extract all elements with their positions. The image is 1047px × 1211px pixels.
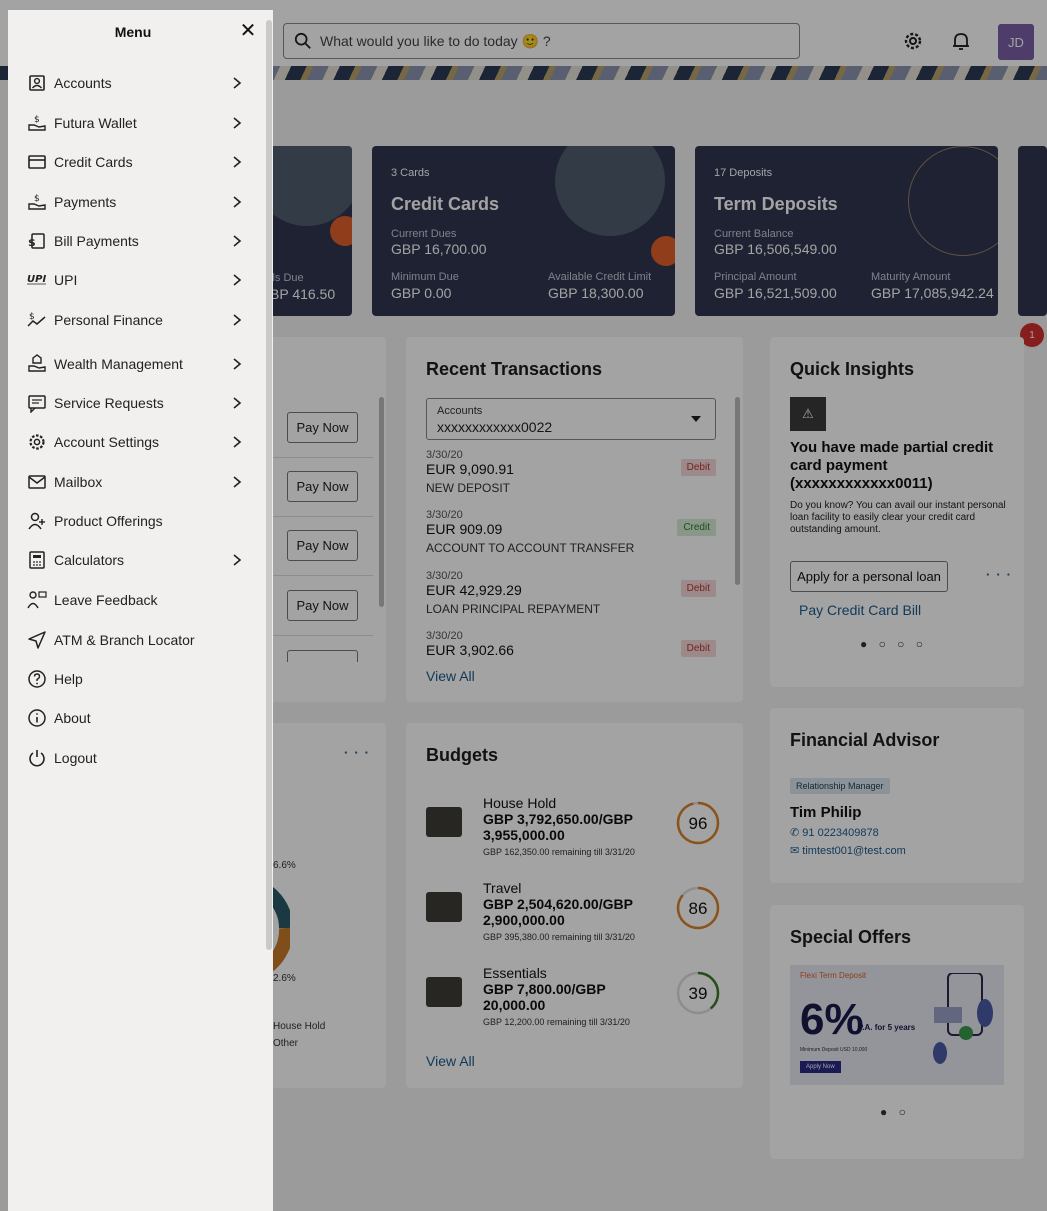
menu-item-label: Futura Wallet xyxy=(54,115,137,131)
menu-item-help[interactable]: Help xyxy=(8,662,263,696)
chevron-right-icon xyxy=(233,397,242,409)
feedback-icon xyxy=(27,591,47,609)
menu-item-account-settings[interactable]: Account Settings xyxy=(8,425,263,459)
menu-item-label: Leave Feedback xyxy=(54,592,158,608)
credit-card-icon xyxy=(28,155,46,169)
chevron-right-icon xyxy=(233,476,242,488)
svg-text:$: $ xyxy=(34,115,40,125)
chevron-right-icon xyxy=(233,117,242,129)
product-offerings-icon xyxy=(28,512,45,530)
mail-icon xyxy=(28,475,46,489)
settings-icon xyxy=(29,434,45,450)
menu-item-product-offerings[interactable]: Product Offerings xyxy=(8,504,263,538)
menu-item-label: Mailbox xyxy=(54,474,103,490)
accounts-icon xyxy=(29,75,45,91)
menu-item-calculators[interactable]: Calculators xyxy=(8,543,263,577)
menu-item-label: Credit Cards xyxy=(54,154,133,170)
menu-item-label: Service Requests xyxy=(54,395,164,411)
menu-item-payments[interactable]: $ Payments xyxy=(8,185,263,219)
svg-text:$: $ xyxy=(28,236,36,249)
chevron-right-icon xyxy=(233,77,242,89)
menu-item-label: Account Settings xyxy=(54,434,160,450)
service-requests-icon xyxy=(28,395,46,413)
chevron-right-icon xyxy=(233,274,242,286)
menu-drawer: Menu ✕ Accounts $ Futura Wallet Credit Card… xyxy=(8,10,273,1211)
menu-item-mailbox[interactable]: Mailbox xyxy=(8,465,263,499)
upi-icon: UPI xyxy=(27,274,46,285)
wallet-icon: $ xyxy=(28,115,46,131)
menu-item-about[interactable]: About xyxy=(8,701,263,735)
wealth-icon xyxy=(28,354,46,372)
menu-item-upi[interactable]: UPI UPI xyxy=(8,263,263,297)
svg-text:$: $ xyxy=(34,194,40,204)
menu-item-wealth-management[interactable]: Wealth Management xyxy=(8,347,263,381)
menu-item-leave-feedback[interactable]: Leave Feedback xyxy=(8,583,263,617)
chevron-right-icon xyxy=(233,358,242,370)
power-icon xyxy=(29,750,45,767)
bill-payments-icon: $ xyxy=(28,233,45,249)
locator-icon xyxy=(28,631,46,649)
calculator-icon xyxy=(29,551,45,569)
menu-scrollbar[interactable] xyxy=(266,20,272,950)
menu-item-label: Logout xyxy=(54,750,97,766)
menu-item-label: Payments xyxy=(54,194,117,210)
chevron-right-icon xyxy=(233,314,242,326)
chevron-right-icon xyxy=(233,156,242,168)
menu-item-atm-branch-locator[interactable]: ATM & Branch Locator xyxy=(8,623,263,657)
chevron-right-icon xyxy=(233,554,242,566)
svg-text:UPI: UPI xyxy=(27,274,46,285)
menu-item-logout[interactable]: Logout xyxy=(8,741,263,775)
close-icon[interactable]: ✕ xyxy=(238,21,258,41)
menu-item-personal-finance[interactable]: $ Personal Finance xyxy=(8,303,263,337)
menu-item-label: Product Offerings xyxy=(54,513,163,529)
menu-item-label: Accounts xyxy=(54,75,112,91)
chevron-right-icon xyxy=(233,196,242,208)
menu-item-label: ATM & Branch Locator xyxy=(54,632,195,648)
menu-item-label: About xyxy=(54,710,91,726)
menu-title: Menu xyxy=(114,24,152,40)
menu-item-label: UPI xyxy=(54,272,78,288)
payments-icon: $ xyxy=(28,194,46,210)
menu-item-label: Help xyxy=(54,671,83,687)
menu-item-label: Personal Finance xyxy=(54,312,163,328)
menu-item-label: Bill Payments xyxy=(54,233,139,249)
menu-item-bill-payments[interactable]: $ Bill Payments xyxy=(8,224,263,258)
svg-text:$: $ xyxy=(29,312,35,322)
chevron-right-icon xyxy=(233,235,242,247)
menu-item-credit-cards[interactable]: Credit Cards xyxy=(8,145,263,179)
menu-item-service-requests[interactable]: Service Requests xyxy=(8,386,263,420)
help-icon xyxy=(28,670,46,688)
menu-item-label: Calculators xyxy=(54,552,125,568)
personal-finance-icon: $ xyxy=(27,312,46,327)
menu-item-label: Wealth Management xyxy=(54,356,183,372)
menu-item-futura-wallet[interactable]: $ Futura Wallet xyxy=(8,106,263,140)
chevron-right-icon xyxy=(233,436,242,448)
info-icon xyxy=(28,709,46,727)
menu-item-accounts[interactable]: Accounts xyxy=(8,66,263,100)
